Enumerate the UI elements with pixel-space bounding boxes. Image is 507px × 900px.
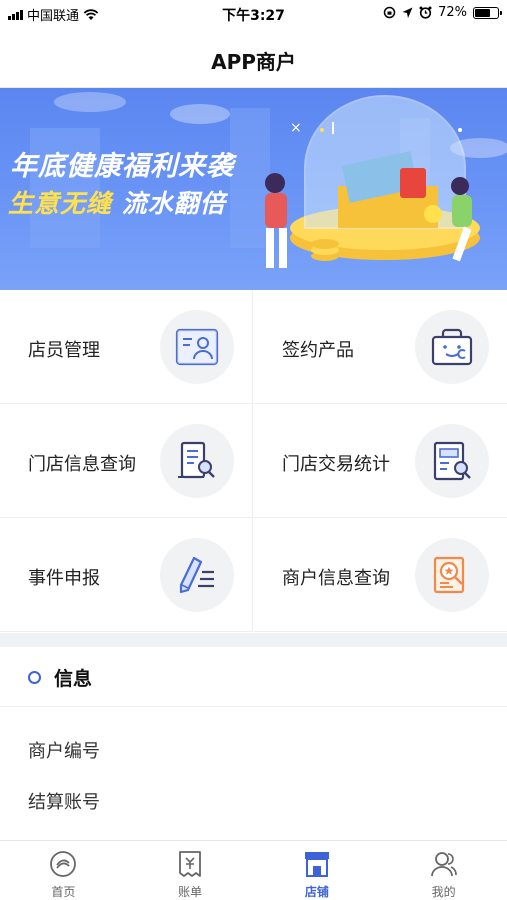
info-row-settlement-account: 结算账号 bbox=[28, 792, 100, 813]
grid-item-label: 门店信息查询 bbox=[28, 454, 136, 475]
section-dot-icon bbox=[28, 671, 41, 684]
status-bar: 中国联通 下午3:27 72% bbox=[0, 0, 507, 28]
grid-item-label: 事件申报 bbox=[28, 568, 100, 589]
grid-item-staff-management[interactable]: 店员管理 bbox=[0, 290, 253, 404]
tab-mine[interactable]: 我的 bbox=[380, 841, 507, 900]
grid-item-event-report[interactable]: 事件申报 bbox=[0, 518, 253, 632]
battery-percent: 72% bbox=[438, 5, 467, 20]
svg-text:×: × bbox=[290, 120, 302, 136]
grid-item-label: 门店交易统计 bbox=[282, 454, 390, 475]
banner-sub-white: 流水翻倍 bbox=[121, 189, 226, 218]
section-divider bbox=[0, 633, 507, 647]
rotation-lock-icon bbox=[383, 6, 396, 19]
pen-report-icon bbox=[160, 538, 234, 612]
info-section-title: 信息 bbox=[54, 668, 93, 690]
info-section-header: 信息 bbox=[0, 647, 507, 707]
transaction-stats-icon bbox=[415, 424, 489, 498]
feature-grid: 店员管理 签约产品 门店信息查询 门店交易统计 事件申报 商户信息查询 bbox=[0, 290, 507, 633]
grid-item-label: 商户信息查询 bbox=[282, 568, 390, 589]
location-icon bbox=[402, 7, 413, 18]
tab-label: 店铺 bbox=[304, 885, 329, 899]
info-row-merchant-number: 商户编号 bbox=[28, 741, 100, 762]
tab-store[interactable]: 店铺 bbox=[254, 841, 381, 900]
page-title: APP商户 bbox=[211, 50, 296, 74]
grid-item-label: 店员管理 bbox=[28, 340, 100, 361]
product-bag-icon bbox=[415, 310, 489, 384]
tab-home[interactable]: 首页 bbox=[0, 841, 127, 900]
store-search-icon bbox=[160, 424, 234, 498]
home-icon bbox=[50, 851, 77, 877]
battery-icon bbox=[473, 6, 502, 19]
banner-sub-yellow: 生意无缝 bbox=[8, 189, 113, 218]
grid-item-signed-products[interactable]: 签约产品 bbox=[254, 290, 507, 404]
grid-item-label: 签约产品 bbox=[282, 340, 354, 361]
alarm-icon bbox=[419, 6, 432, 19]
tab-bill[interactable]: 账单 bbox=[127, 841, 254, 900]
grid-item-store-info-query[interactable]: 门店信息查询 bbox=[0, 404, 253, 518]
staff-card-icon bbox=[160, 310, 234, 384]
tab-label: 首页 bbox=[51, 885, 76, 899]
banner-headline: 年底健康福利来袭 bbox=[10, 151, 234, 182]
banner-subheadline: 生意无缝 流水翻倍 bbox=[8, 184, 226, 220]
promo-banner[interactable]: × 年底健康福利来袭 生意无缝 流水翻倍 bbox=[0, 88, 507, 290]
merchant-search-icon bbox=[415, 538, 489, 612]
bill-icon bbox=[179, 851, 202, 877]
user-icon bbox=[430, 852, 457, 877]
tab-bar: 首页 账单 店铺 我的 bbox=[0, 840, 507, 900]
tab-label: 账单 bbox=[178, 885, 203, 899]
grid-item-merchant-info-query[interactable]: 商户信息查询 bbox=[254, 518, 507, 632]
grid-item-store-transaction-stats[interactable]: 门店交易统计 bbox=[254, 404, 507, 518]
nav-bar: APP商户 bbox=[0, 28, 507, 88]
store-icon bbox=[304, 852, 329, 877]
tab-label: 我的 bbox=[431, 885, 456, 899]
